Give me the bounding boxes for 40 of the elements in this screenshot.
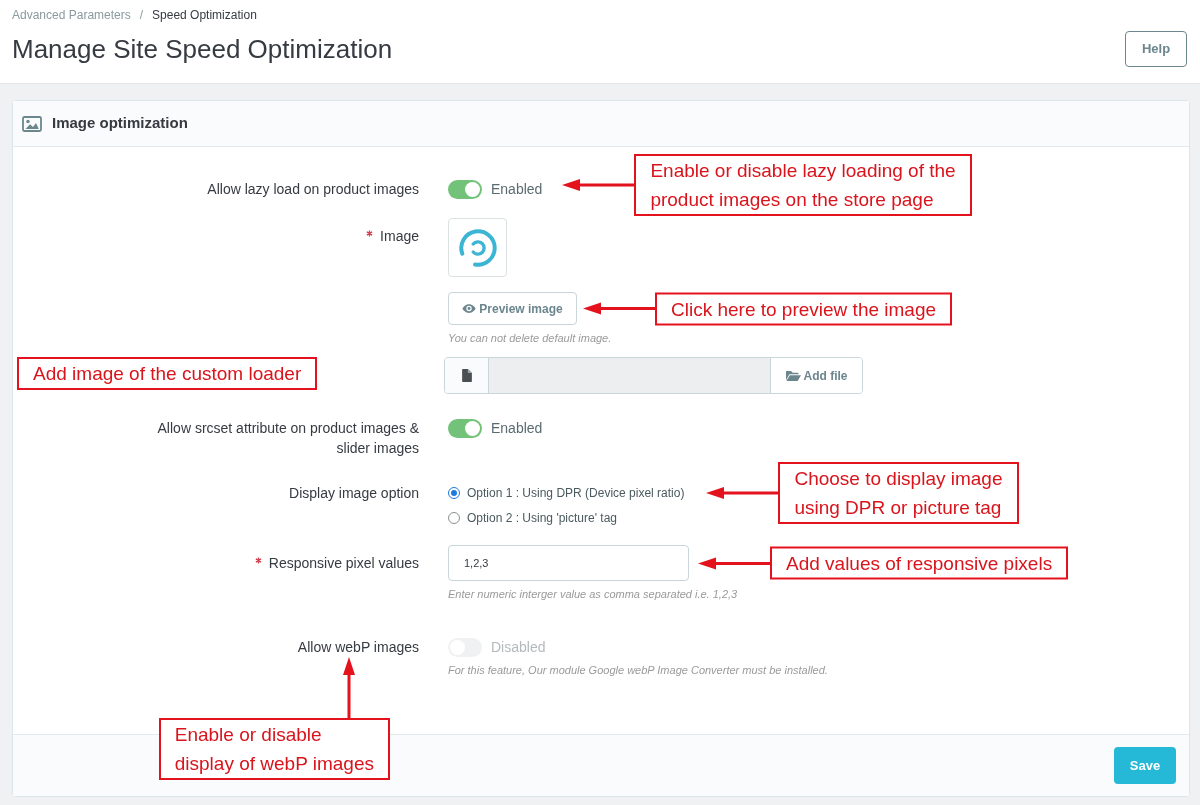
page-title: Manage Site Speed Optimization (12, 33, 393, 65)
annotation-callout: Click here to preview the image (655, 292, 953, 325)
help-button[interactable]: Help (1125, 31, 1187, 67)
radio-button[interactable] (448, 487, 460, 499)
field-label: Allow srcset attribute on product images & slider images (157, 420, 419, 456)
left-arrow-icon (698, 556, 770, 570)
left-arrow-icon (562, 178, 635, 192)
breadcrumb-link[interactable]: Advanced Parameters (12, 7, 131, 23)
annotation-callout: Add image of the custom loader (17, 357, 318, 390)
toggle-switch[interactable] (448, 418, 482, 438)
preview-image-button[interactable]: Preview image (448, 292, 577, 325)
radio-option-label[interactable]: Option 2 : Using 'picture' tag (467, 508, 617, 528)
switch-state-label: Disabled (491, 638, 546, 657)
panel-title: Image optimization (52, 113, 188, 134)
radio-option-label[interactable]: Option 1 : Using DPR (Device pixel ratio) (467, 483, 685, 503)
field-label: Display image option (289, 485, 419, 501)
field-hint: For this feature, Our module Google webP Image Converter must be installed. (448, 663, 828, 677)
left-arrow-icon (583, 301, 655, 316)
eye-icon (462, 303, 477, 314)
field-hint: You can not delete default image. (448, 331, 612, 345)
breadcrumb-current-page: Speed Optimization (152, 7, 257, 23)
field-label: Image (380, 228, 419, 244)
toggle-switch[interactable] (448, 179, 482, 199)
left-arrow-icon (706, 486, 779, 500)
field-label: Responsive pixel values (268, 555, 419, 571)
up-arrow-icon (342, 657, 356, 718)
field-hint: Enter numeric interger value as comma separated i.e. 1,2,3 (448, 587, 738, 601)
field-label: Allow lazy load on product images (207, 181, 419, 197)
switch-state-label: Enabled (491, 419, 543, 438)
field-label: Allow webP images (297, 639, 419, 655)
image-icon (22, 115, 42, 132)
text-input[interactable]: 1,2,3 (448, 545, 689, 581)
breadcrumb-separator: / (139, 7, 144, 23)
annotation-callout: Add values of responsive pixels (770, 546, 1069, 580)
switch-state-label: Enabled (491, 180, 543, 199)
radio-button[interactable] (448, 512, 460, 524)
annotation-callout: Enable or disable lazy loading of the product images on the store page (634, 154, 972, 216)
annotation-callout: Choose to display image using DPR or picture tag (778, 462, 1019, 524)
save-button[interactable]: Save (1114, 747, 1176, 784)
annotation-callout: Enable or disable display of webP images (158, 718, 390, 780)
